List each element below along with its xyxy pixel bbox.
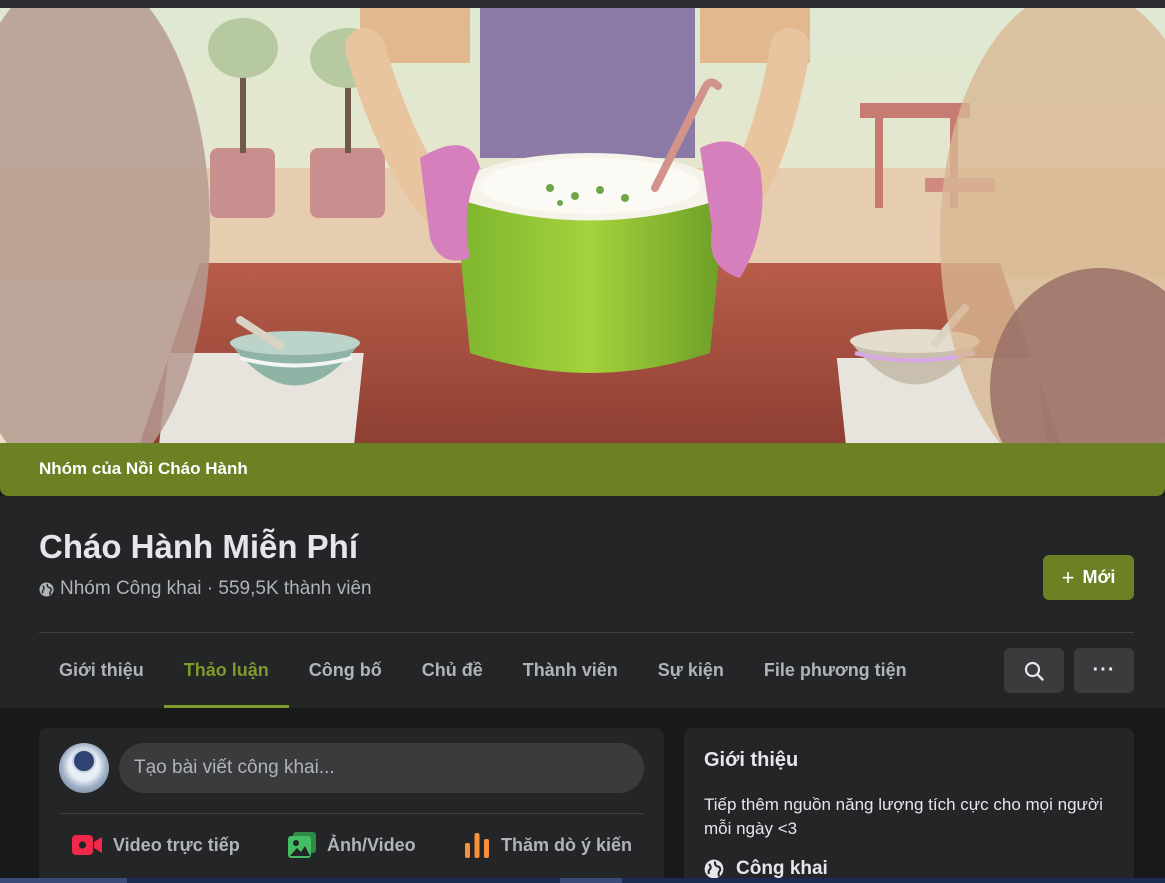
poll-button[interactable]: Thăm dò ý kiến <box>451 825 644 865</box>
plus-icon: + <box>1061 564 1075 590</box>
cover-photo[interactable] <box>0 8 1165 443</box>
live-video-button[interactable]: Video trực tiếp <box>59 825 252 865</box>
tab-cong-bo[interactable]: Công bố <box>289 633 402 708</box>
tab-file-phuong-tien[interactable]: File phương tiện <box>744 633 927 708</box>
about-privacy-label: Công khai <box>736 858 828 879</box>
group-tabs: Giới thiệu Thảo luận Công bố Chủ đề Thàn… <box>39 633 927 708</box>
tab-thao-luan[interactable]: Thảo luận <box>163 633 289 708</box>
browser-top-strip <box>0 0 1165 8</box>
group-header: Cháo Hành Miễn Phí Nhóm Công khai · 559,… <box>0 496 1165 708</box>
create-post-input[interactable]: Tạo bài viết công khai... <box>119 743 644 793</box>
poll-label: Thăm dò ý kiến <box>500 834 632 855</box>
about-heading: Giới thiệu <box>704 749 799 771</box>
poll-icon <box>464 833 489 858</box>
search-icon <box>1024 661 1044 681</box>
invite-button-label: Mới <box>1082 567 1116 587</box>
group-owner-label[interactable]: Nhóm của Nồi Cháo Hành <box>39 459 248 479</box>
invite-button[interactable]: + Mới <box>1043 555 1134 600</box>
composer-actions: Video trực tiếp Ảnh/Video Thăm dò ý kiến <box>59 825 644 865</box>
photo-video-button[interactable]: Ảnh/Video <box>275 825 428 865</box>
tab-su-kien[interactable]: Sự kiện <box>638 633 744 708</box>
group-privacy-members[interactable]: Nhóm Công khai · 559,5K thành viên <box>60 578 372 600</box>
photo-video-label: Ảnh/Video <box>327 834 416 855</box>
live-video-icon <box>72 835 102 855</box>
tab-gioi-thieu[interactable]: Giới thiệu <box>39 633 164 708</box>
photo-video-icon <box>288 832 316 858</box>
about-card: Giới thiệu Tiếp thêm nguồn năng lượng tí… <box>684 728 1134 883</box>
group-title[interactable]: Cháo Hành Miễn Phí <box>39 528 358 566</box>
tab-thanh-vien[interactable]: Thành viên <box>503 633 638 708</box>
cover-illustration <box>0 8 1165 443</box>
more-horizontal-icon: ··· <box>1092 659 1116 681</box>
avatar[interactable] <box>59 743 109 793</box>
globe-icon <box>704 859 724 879</box>
composer-divider <box>59 813 644 814</box>
tab-chu-de[interactable]: Chủ đề <box>402 633 503 708</box>
about-description: Tiếp thêm nguồn năng lượng tích cực cho … <box>704 795 1103 838</box>
group-meta: Nhóm Công khai · 559,5K thành viên <box>39 578 372 600</box>
about-privacy: Công khai <box>704 858 828 880</box>
group-owner-band[interactable]: Nhóm của Nồi Cháo Hành <box>0 443 1165 496</box>
more-options-button[interactable]: ··· <box>1074 648 1134 693</box>
live-video-label: Video trực tiếp <box>113 834 240 855</box>
post-composer: Tạo bài viết công khai... Video trực tiế… <box>39 728 664 883</box>
globe-icon <box>39 581 54 597</box>
create-post-placeholder: Tạo bài viết công khai... <box>134 757 335 778</box>
search-button[interactable] <box>1004 648 1064 693</box>
taskbar-strip <box>0 878 1165 883</box>
